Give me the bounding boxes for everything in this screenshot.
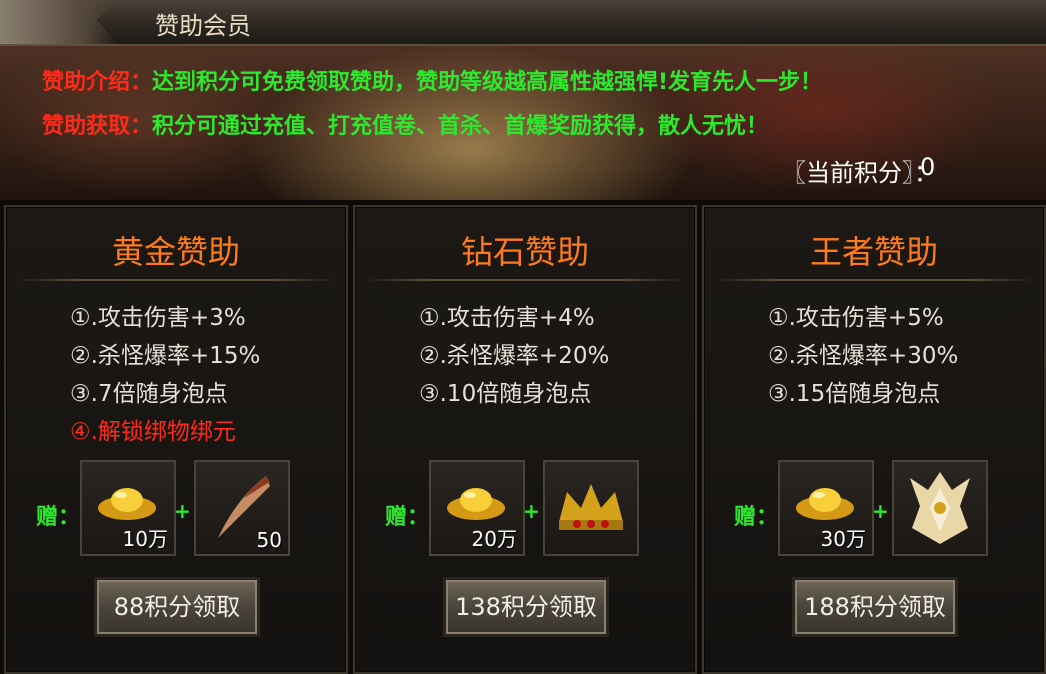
- perk-item: ①.攻击伤害+3%: [70, 305, 246, 331]
- gift-label: 赠：: [385, 505, 430, 530]
- item-slot[interactable]: 10万: [80, 460, 176, 556]
- gift-label: 赠：: [36, 505, 81, 530]
- dragon-ornament-icon: [0, 0, 118, 44]
- divider: [365, 279, 685, 281]
- plus-sign: +: [174, 499, 191, 523]
- divider: [714, 279, 1034, 281]
- perk-list: ①.攻击伤害+5% ②.杀怪爆率+30% ③.15倍随身泡点: [768, 299, 958, 413]
- gold-ingot-icon: [796, 488, 854, 520]
- perk-item: ①.攻击伤害+4%: [419, 305, 595, 331]
- card-gold: 黄金赞助 ①.攻击伤害+3% ②.杀怪爆率+15% ③.7倍随身泡点 ④.解锁绑…: [4, 205, 348, 674]
- perk-list: ①.攻击伤害+4% ②.杀怪爆率+20% ③.10倍随身泡点: [419, 299, 609, 413]
- card-king: 王者赞助 ①.攻击伤害+5% ②.杀怪爆率+30% ③.15倍随身泡点 赠： 3…: [702, 205, 1046, 674]
- intro-text: 达到积分可免费领取赞助，赞助等级越高属性越强悍!发育先人一步！: [152, 70, 823, 95]
- winged-emblem-icon: [910, 472, 970, 544]
- item-slot[interactable]: 20万: [429, 460, 525, 556]
- perk-item: ①.攻击伤害+5%: [768, 305, 944, 331]
- item-slot[interactable]: [543, 460, 639, 556]
- claim-button[interactable]: 188积分领取: [792, 577, 958, 637]
- obtain-line: 赞助获取：积分可通过充值、打充值卷、首杀、首爆奖励获得，散人无忧！: [42, 108, 768, 140]
- card-title: 王者赞助: [809, 233, 938, 271]
- item-slot[interactable]: [892, 460, 988, 556]
- crown-icon: [559, 484, 623, 530]
- perk-item: ③.10倍随身泡点: [419, 381, 592, 407]
- intro-line: 赞助介绍：达到积分可免费领取赞助，赞助等级越高属性越强悍!发育先人一步！: [42, 64, 822, 96]
- item-slot[interactable]: 30万: [778, 460, 874, 556]
- intro-label: 赞助介绍：: [42, 70, 153, 95]
- score-label: 〖当前积分〗：: [782, 159, 938, 187]
- claim-button[interactable]: 138积分领取: [443, 577, 609, 637]
- divider: [16, 279, 336, 281]
- gold-ingot-icon: [447, 488, 505, 520]
- item-quantity: 50: [256, 528, 282, 552]
- item-quantity: 20万: [471, 527, 517, 551]
- perk-list: ①.攻击伤害+3% ②.杀怪爆率+15% ③.7倍随身泡点 ④.解锁绑物绑元: [70, 299, 260, 451]
- title-bar: 赞助会员: [0, 0, 1046, 46]
- item-quantity: 30万: [820, 527, 866, 551]
- perk-item: ③.7倍随身泡点: [70, 381, 228, 407]
- obtain-label: 赞助获取：: [42, 114, 153, 139]
- plus-sign: +: [523, 499, 540, 523]
- card-title: 钻石赞助: [460, 233, 589, 271]
- gift-label: 赠：: [734, 505, 779, 530]
- perk-item: ②.杀怪爆率+20%: [419, 343, 610, 369]
- item-slot[interactable]: 50: [194, 460, 290, 556]
- perk-item: ②.杀怪爆率+15%: [70, 343, 261, 369]
- item-quantity: 10万: [122, 527, 168, 551]
- claim-button[interactable]: 88积分领取: [94, 577, 260, 637]
- score-value: 0: [920, 153, 936, 181]
- perk-item-unlock: ④.解锁绑物绑元: [70, 419, 236, 445]
- card-diamond: 钻石赞助 ①.攻击伤害+4% ②.杀怪爆率+20% ③.10倍随身泡点 赠： 2…: [353, 205, 697, 674]
- card-title: 黄金赞助: [111, 233, 240, 271]
- perk-item: ②.杀怪爆率+30%: [768, 343, 959, 369]
- perk-item: ③.15倍随身泡点: [768, 381, 941, 407]
- plus-sign: +: [872, 499, 889, 523]
- obtain-text: 积分可通过充值、打充值卷、首杀、首爆奖励获得，散人无忧！: [152, 114, 769, 139]
- gold-ingot-icon: [98, 488, 156, 520]
- window-title: 赞助会员: [155, 12, 251, 40]
